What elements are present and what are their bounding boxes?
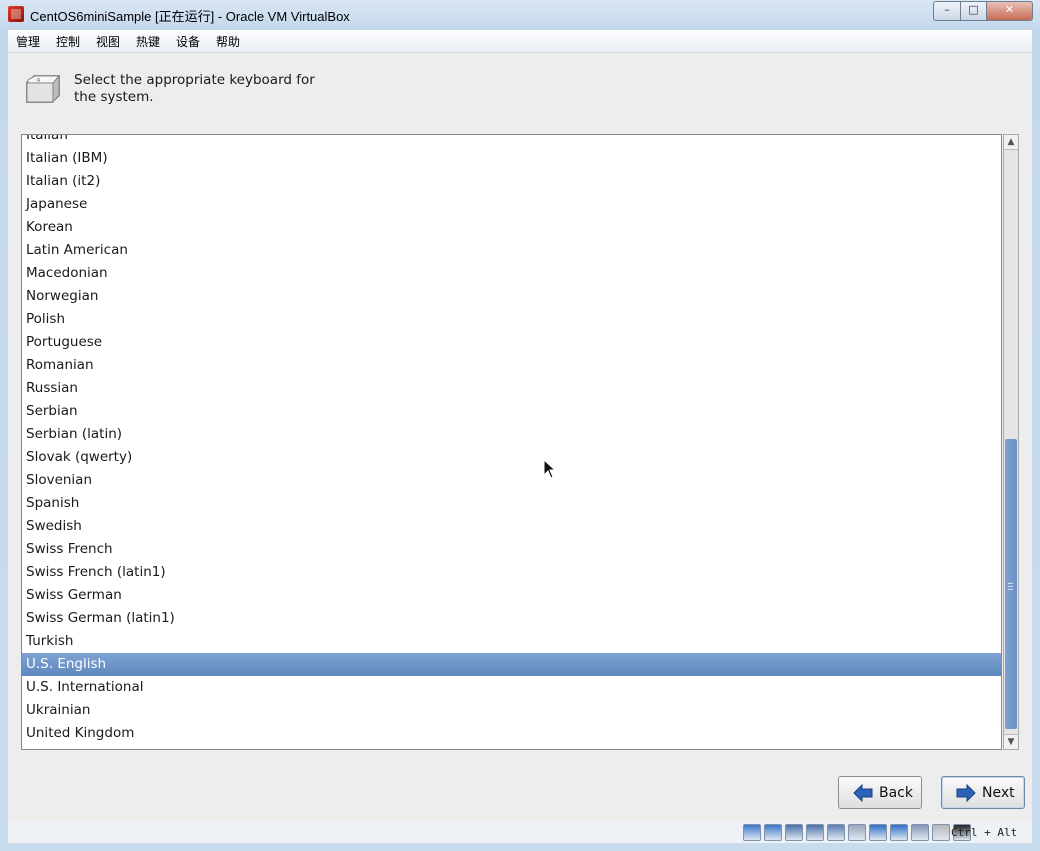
shared-folders-icon[interactable] [848, 824, 866, 841]
keyboard-list-item[interactable]: U.S. English [22, 653, 1001, 676]
menu-devices[interactable]: 设备 [176, 33, 200, 50]
device-tray [743, 824, 971, 841]
status-bar: Ctrl + Alt [8, 821, 1032, 843]
back-arrow-icon [853, 783, 873, 802]
minimize-icon: – [944, 3, 950, 16]
virtualbox-app-icon [8, 6, 24, 22]
scroll-down-arrow-icon[interactable]: ▼ [1004, 734, 1018, 749]
back-button[interactable]: Back [838, 776, 922, 809]
keyboard-list-item[interactable]: Swiss French [22, 538, 1001, 561]
audio-icon[interactable] [785, 824, 803, 841]
keyboard-list-item[interactable]: Slovak (qwerty) [22, 446, 1001, 469]
cpu-icon[interactable] [911, 824, 929, 841]
next-arrow-icon [956, 783, 976, 802]
keyboard-list-item[interactable]: Turkish [22, 630, 1001, 653]
keyboard-list-item[interactable]: Serbian (latin) [22, 423, 1001, 446]
keyboard-list-item[interactable]: Swiss German (latin1) [22, 607, 1001, 630]
window-title: CentOS6miniSample [正在运行] - Oracle VM Vir… [30, 9, 350, 24]
keyboard-listbox[interactable]: Italian Italian (IBM) Italian (it2) Japanes… [21, 134, 1002, 750]
keyboard-key-icon: R [26, 74, 60, 104]
keyboard-list-item[interactable]: Korean [22, 216, 1001, 239]
optical-drive-icon[interactable] [764, 824, 782, 841]
back-button-label: Back [879, 784, 913, 801]
keyboard-list-item[interactable]: Italian (IBM) [22, 147, 1001, 170]
menu-control[interactable]: 控制 [56, 33, 80, 50]
next-button[interactable]: Next [941, 776, 1025, 809]
svg-text:R: R [37, 78, 41, 84]
keyboard-list-item[interactable]: Norwegian [22, 285, 1001, 308]
keyboard-list-item[interactable]: Romanian [22, 354, 1001, 377]
minimize-button[interactable]: – [933, 1, 961, 21]
menu-manage[interactable]: 管理 [16, 33, 40, 50]
network-icon[interactable] [806, 824, 824, 841]
list-scrollbar[interactable]: ▲ ─ ─ ─ ▼ [1003, 134, 1019, 750]
display-icon[interactable] [869, 824, 887, 841]
keyboard-list-item[interactable]: Ukrainian [22, 699, 1001, 722]
window-controls: – □ ✕ [933, 1, 1033, 21]
scroll-up-arrow-icon[interactable]: ▲ [1004, 135, 1018, 150]
mouse-integration-icon[interactable] [932, 824, 950, 841]
keyboard-list-item[interactable]: Spanish [22, 492, 1001, 515]
video-capture-icon[interactable] [890, 824, 908, 841]
keyboard-list-item[interactable]: Italian (it2) [22, 170, 1001, 193]
title-bar[interactable]: CentOS6miniSample [正在运行] - Oracle VM Vir… [0, 0, 1040, 28]
keyboard-list-item[interactable]: U.S. International [22, 676, 1001, 699]
vm-screen[interactable]: R Select the appropriate keyboard for th… [8, 53, 1032, 821]
keyboard-list-item[interactable]: Macedonian [22, 262, 1001, 285]
keyboard-list-item[interactable]: Polish [22, 308, 1001, 331]
scroll-thumb[interactable]: ─ ─ ─ [1005, 439, 1017, 729]
menu-bar: 管理 控制 视图 热键 设备 帮助 [8, 30, 1032, 53]
virtualbox-window: CentOS6miniSample [正在运行] - Oracle VM Vir… [0, 0, 1040, 851]
keyboard-list: Italian Italian (IBM) Italian (it2) Japanes… [22, 135, 1001, 745]
keyboard-list-item[interactable]: Latin American [22, 239, 1001, 262]
menu-hotkeys[interactable]: 热键 [136, 33, 160, 50]
menu-view[interactable]: 视图 [96, 33, 120, 50]
hard-disk-icon[interactable] [743, 824, 761, 841]
usb-icon[interactable] [827, 824, 845, 841]
host-key-label: Ctrl + Alt [951, 826, 1018, 839]
keyboard-prompt: Select the appropriate keyboard for the … [74, 72, 315, 105]
close-icon: ✕ [1004, 3, 1015, 16]
keyboard-list-item[interactable]: Swiss German [22, 584, 1001, 607]
next-button-label: Next [982, 784, 1015, 801]
menu-help[interactable]: 帮助 [216, 33, 240, 50]
keyboard-list-item[interactable]: Serbian [22, 400, 1001, 423]
keyboard-list-item[interactable]: Swedish [22, 515, 1001, 538]
keyboard-list-item[interactable]: United Kingdom [22, 722, 1001, 745]
scroll-grip-icon: ─ ─ ─ [1008, 579, 1013, 594]
keyboard-list-item[interactable]: Slovenian [22, 469, 1001, 492]
keyboard-list-item[interactable]: Russian [22, 377, 1001, 400]
close-button[interactable]: ✕ [987, 1, 1033, 21]
keyboard-list-item[interactable]: Japanese [22, 193, 1001, 216]
keyboard-list-item[interactable]: Portuguese [22, 331, 1001, 354]
keyboard-list-item[interactable]: Italian [22, 135, 1001, 147]
keyboard-list-item[interactable]: Swiss French (latin1) [22, 561, 1001, 584]
maximize-icon: □ [968, 3, 979, 16]
maximize-button[interactable]: □ [961, 1, 987, 21]
mouse-pointer-icon [543, 459, 557, 479]
